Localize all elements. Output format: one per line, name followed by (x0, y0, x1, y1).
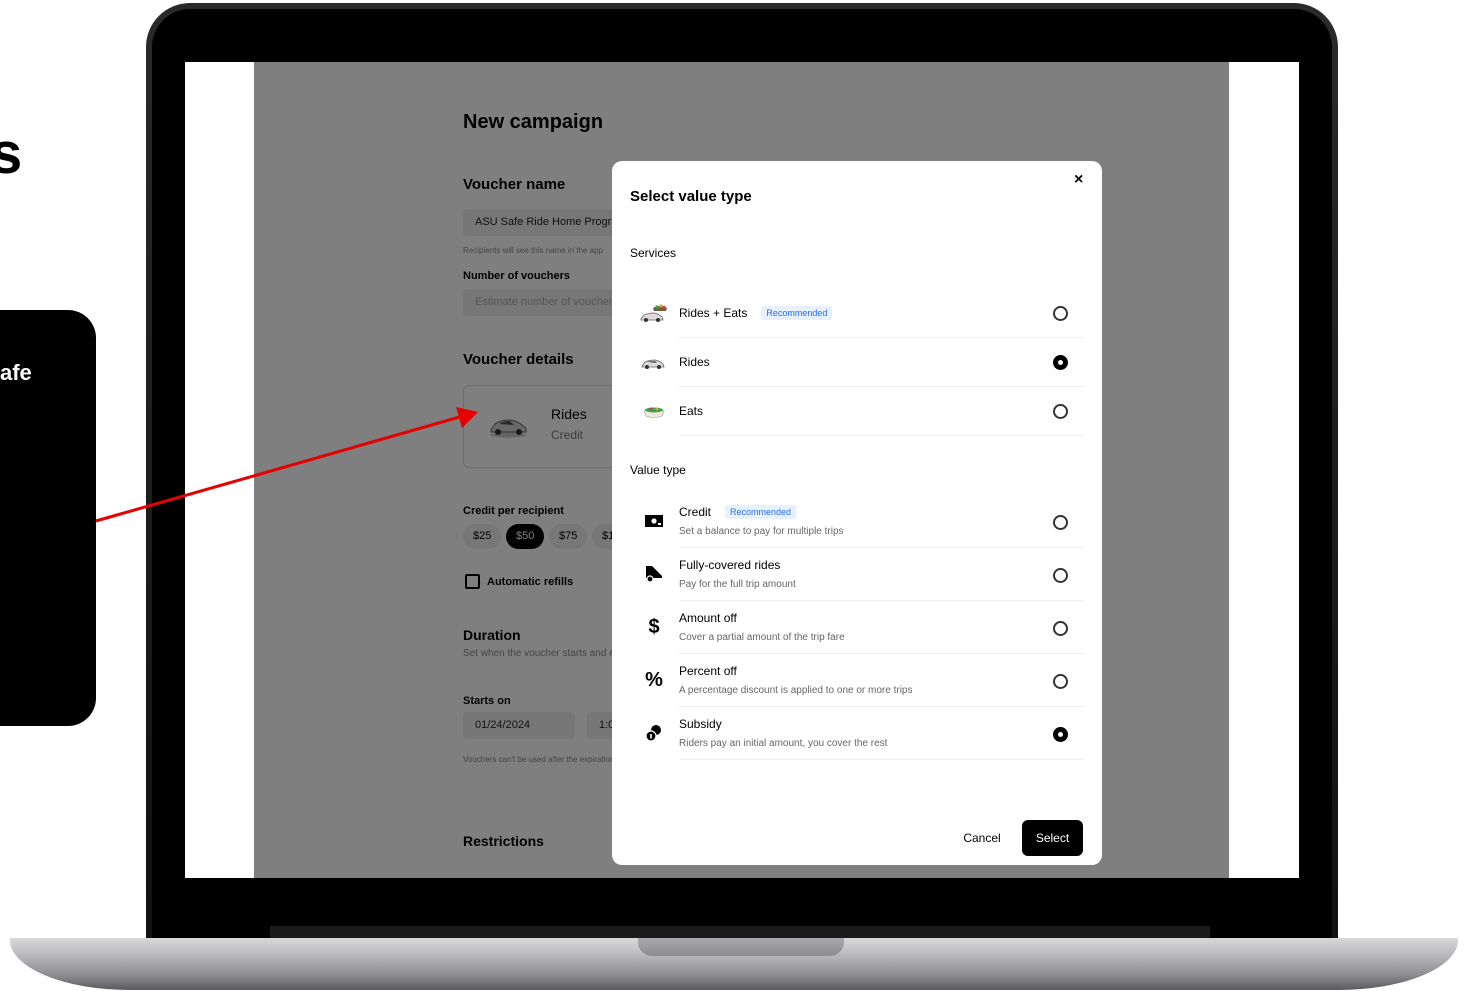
service-option-eats[interactable]: Eats (643, 387, 1084, 436)
recommended-badge: Recommended (761, 306, 833, 320)
car-icon (639, 352, 669, 374)
option-description: Pay for the full trip amount (679, 579, 796, 590)
laptop-screen: New campaign Voucher name ASU Safe Ride … (185, 62, 1299, 878)
service-option-rides[interactable]: Rides (641, 338, 1084, 387)
value-option-credit[interactable]: Credit Recommended Set a balance to pay f… (645, 495, 1084, 548)
option-label: Eats (679, 404, 704, 418)
value-option-amount-off[interactable]: $ Amount off Cover a partial amount of t… (648, 601, 1084, 654)
radio-amount-off[interactable] (1053, 621, 1068, 636)
option-description: Cover a partial amount of the trip fare (679, 632, 845, 643)
slide-stage: s afe New campaign Voucher name ASU Safe… (0, 0, 1468, 991)
option-description: Riders pay an initial amount, you cover … (679, 738, 888, 749)
covered-ride-icon (639, 563, 669, 585)
value-type-heading: Value type (630, 463, 686, 477)
laptop-notch (638, 938, 844, 956)
radio-eats[interactable] (1053, 404, 1068, 419)
dollar-icon: $ (648, 615, 660, 638)
option-label: Subsidy (679, 717, 722, 731)
slide-callout-text: afe (0, 360, 32, 385)
select-button[interactable]: Select (1022, 820, 1083, 856)
option-label-text: Credit (679, 505, 712, 519)
slide-callout-card: afe (0, 310, 96, 726)
option-label: Fully-covered rides (679, 558, 781, 572)
radio-rides[interactable] (1053, 355, 1068, 370)
select-value-type-modal: × Select value type Services Rides + Eat… (612, 161, 1102, 865)
value-option-fully-covered[interactable]: Fully-covered rides Pay for the full tri… (646, 548, 1084, 601)
percent-icon: % (645, 668, 663, 691)
value-option-subsidy[interactable]: Subsidy Riders pay an initial amount, yo… (645, 707, 1084, 760)
cash-icon (639, 510, 669, 532)
radio-percent-off[interactable] (1053, 674, 1068, 689)
slide-heading-fragment: s (0, 121, 23, 186)
option-label: Amount off (679, 611, 737, 625)
modal-title: Select value type (630, 188, 752, 205)
radio-rides-eats[interactable] (1053, 306, 1068, 321)
option-label: Credit Recommended (679, 505, 797, 519)
option-label: Rides (679, 355, 710, 369)
option-label: Percent off (679, 664, 737, 678)
value-option-percent-off[interactable]: % Percent off A percentage discount is a… (645, 654, 1084, 707)
radio-subsidy[interactable] (1053, 727, 1068, 742)
cancel-button[interactable]: Cancel (952, 820, 1012, 856)
car-and-bowl-icon (639, 302, 669, 324)
bowl-icon (639, 401, 669, 423)
option-description: Set a balance to pay for multiple trips (679, 526, 844, 537)
option-label-text: Rides + Eats (679, 306, 748, 320)
recommended-badge: Recommended (725, 505, 797, 519)
service-option-rides-eats[interactable]: Rides + Eats Recommended (640, 289, 1084, 338)
option-label: Rides + Eats Recommended (679, 306, 833, 320)
coins-icon (639, 722, 669, 744)
close-icon[interactable]: × (1074, 171, 1083, 189)
option-description: A percentage discount is applied to one … (679, 685, 913, 696)
services-heading: Services (630, 246, 677, 260)
radio-credit[interactable] (1053, 515, 1068, 530)
radio-fully-covered[interactable] (1053, 568, 1068, 583)
